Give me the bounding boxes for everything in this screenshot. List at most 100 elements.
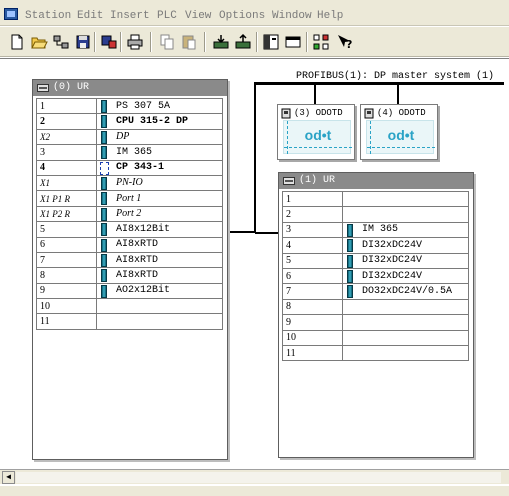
slot-module[interactable] (342, 298, 469, 316)
module-label: AO2x12Bit (116, 285, 171, 297)
slot-module[interactable]: AI8x12Bit (96, 221, 223, 238)
slot-row[interactable]: 3 IM 365 (282, 221, 469, 239)
slot-row[interactable]: 4 CP 343-1 (36, 159, 223, 176)
slot-module[interactable]: IM 365 (342, 221, 469, 239)
slot-module[interactable] (342, 206, 469, 223)
copy-icon[interactable] (158, 33, 176, 51)
upload-icon[interactable] (234, 33, 252, 51)
slot-module[interactable]: AO2x12Bit (96, 282, 223, 300)
slot-module[interactable]: PN-IO (96, 174, 223, 192)
slot-row[interactable]: 9 (282, 314, 469, 331)
slot-row[interactable]: X1 P1 R Port 1 (36, 190, 223, 207)
slot-row[interactable]: X1 P2 R Port 2 (36, 205, 223, 223)
menu-options[interactable]: Options (219, 10, 265, 22)
slot-number: 6 (282, 267, 343, 285)
slot-row[interactable]: 10 (282, 329, 469, 346)
slot-row[interactable]: 7 AI8xRTD (36, 251, 223, 269)
slot-row[interactable]: 10 (36, 298, 223, 315)
save-icon[interactable] (74, 33, 92, 51)
slot-row[interactable]: 5 DI32xDC24V (282, 252, 469, 269)
rack-1[interactable]: (1) UR 1 2 3 IM 365 4 DI32xDC24V 5 DI32xDC24V 6 D… (278, 172, 474, 458)
slot-module[interactable]: Port 2 (96, 205, 223, 223)
slot-row[interactable]: 4 DI32xDC24V (282, 237, 469, 254)
slot-number: 11 (282, 344, 343, 362)
help-icon[interactable]: ? (336, 33, 354, 51)
module-icon (101, 130, 107, 144)
slot-module[interactable]: AI8xRTD (96, 236, 223, 253)
slot-row[interactable]: 7 DO32xDC24V/0.5A (282, 283, 469, 300)
dp-slave-icon (364, 108, 374, 120)
slot-module[interactable] (342, 344, 469, 362)
profibus-bus-line[interactable] (254, 82, 504, 85)
overview-icon[interactable] (284, 33, 302, 51)
scroll-track[interactable] (16, 472, 501, 483)
menu-station[interactable]: Station (25, 10, 71, 22)
new-icon[interactable] (8, 33, 26, 51)
dp-slave-4[interactable]: (4) ODOTD od•t (360, 104, 438, 160)
slot-module[interactable] (96, 298, 223, 315)
download-icon[interactable] (212, 33, 230, 51)
slot-module[interactable]: DO32xDC24V/0.5A (342, 283, 469, 300)
slot-row[interactable]: 11 (282, 344, 469, 362)
module-label: AI8xRTD (116, 269, 159, 281)
slot-row[interactable]: 1 (282, 190, 469, 208)
slot-module[interactable]: CPU 315-2 DP (96, 113, 223, 130)
save-compile-icon[interactable] (100, 33, 118, 51)
menu-window[interactable]: Window (272, 10, 312, 22)
print-icon[interactable] (126, 33, 144, 51)
menu-view[interactable]: View (185, 10, 211, 22)
menu-insert[interactable]: Insert (110, 10, 150, 22)
slot-module[interactable]: IM 365 (96, 144, 223, 161)
slot-module[interactable]: DI32xDC24V (342, 267, 469, 285)
module-icon (101, 269, 107, 283)
profibus-label: PROFIBUS(1): DP master system (1) (296, 71, 495, 82)
slot-row[interactable]: 3 IM 365 (36, 144, 223, 161)
dp-slave-3[interactable]: (3) ODOTD od•t (277, 104, 355, 160)
rack-0-title: (0) UR (53, 82, 90, 93)
rack-1-header[interactable]: (1) UR (279, 173, 473, 189)
paste-icon[interactable] (180, 33, 198, 51)
network-icon[interactable] (312, 33, 330, 51)
toolbar: ? (0, 27, 509, 57)
rack-0-header[interactable]: (0) UR (33, 80, 227, 96)
slot-row[interactable]: 11 (36, 313, 223, 330)
slot-row[interactable]: 1 PS 307 5A (36, 97, 223, 115)
slot-row[interactable]: 2 (282, 206, 469, 223)
slot-module[interactable]: DI32xDC24V (342, 237, 469, 254)
slot-module[interactable]: Port 1 (96, 190, 223, 207)
slot-row[interactable]: 8 (282, 298, 469, 316)
module-icon (347, 223, 353, 237)
module-label: CPU 315-2 DP (116, 116, 189, 128)
scroll-left-icon[interactable]: ◀ (2, 471, 15, 484)
slot-module[interactable]: CP 343-1 (96, 159, 223, 176)
slot-module[interactable] (342, 190, 469, 208)
slot-number: X1 P1 R (36, 190, 97, 207)
open-icon[interactable] (30, 33, 48, 51)
slot-row[interactable]: 8 AI8xRTD (36, 267, 223, 284)
slot-row[interactable]: 5 AI8x12Bit (36, 221, 223, 238)
slot-module[interactable]: AI8xRTD (96, 267, 223, 284)
slot-module[interactable] (96, 313, 223, 330)
slot-module[interactable]: AI8xRTD (96, 251, 223, 269)
slot-module[interactable]: PS 307 5A (96, 97, 223, 115)
app-icon[interactable] (4, 8, 18, 20)
menu-help[interactable]: Help (317, 10, 343, 22)
menu-plc[interactable]: PLC (157, 10, 177, 22)
slot-row[interactable]: 6 AI8xRTD (36, 236, 223, 253)
slot-row[interactable]: X1 PN-IO (36, 174, 223, 192)
module-label: AI8x12Bit (116, 223, 171, 235)
slot-row[interactable]: 2 CPU 315-2 DP (36, 113, 223, 130)
slot-module[interactable] (342, 314, 469, 331)
rack-0[interactable]: (0) UR 1 PS 307 5A 2 CPU 315-2 DP X2 DP 3 IM 36… (32, 79, 228, 460)
catalog-icon[interactable] (262, 33, 280, 51)
slot-module[interactable]: DP (96, 128, 223, 146)
slot-module[interactable]: DI32xDC24V (342, 252, 469, 269)
slot-row[interactable]: X2 DP (36, 128, 223, 146)
slot-module[interactable] (342, 329, 469, 346)
slot-row[interactable]: 6 DI32xDC24V (282, 267, 469, 285)
menu-edit[interactable]: Edit (77, 10, 103, 22)
slot-row[interactable]: 9 AO2x12Bit (36, 282, 223, 300)
horizontal-scrollbar[interactable]: ◀ (0, 469, 509, 484)
rack-0-slot-table: 1 PS 307 5A 2 CPU 315-2 DP X2 DP 3 IM 365 4 CP 34… (36, 97, 223, 330)
accessible-nodes-icon[interactable] (52, 33, 70, 51)
